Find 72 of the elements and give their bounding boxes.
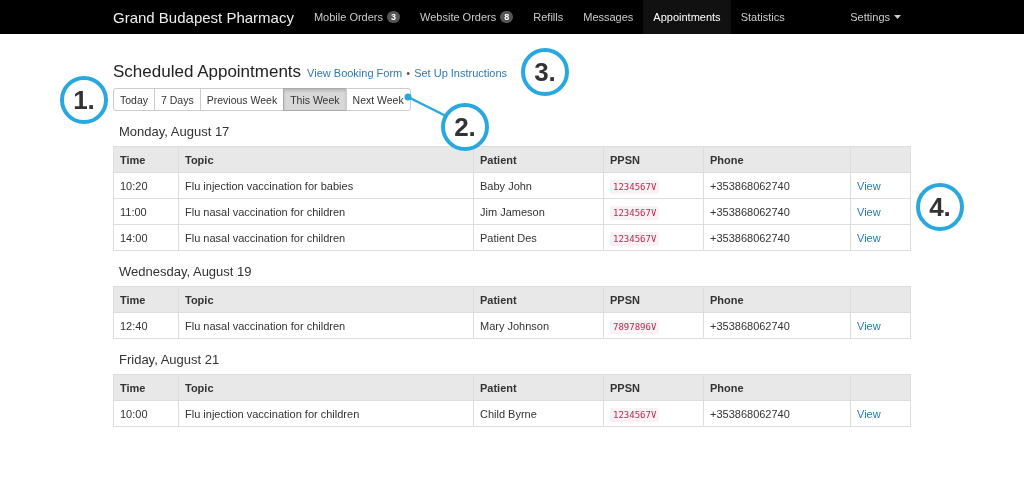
table-cell: +353868062740 [703,198,851,225]
column-header: Phone [703,146,851,173]
table-cell: Flu nasal vaccination for children [178,198,474,225]
filter-button[interactable]: Previous Week [199,88,285,111]
ppsn-code: 1234567V [610,407,660,422]
day-heading: Wednesday, August 19 [119,264,252,281]
ppsn-code: 1234567V [610,205,660,220]
table-cell: 10:20 [113,172,179,199]
column-header: Phone [703,286,851,313]
table-cell: +353868062740 [703,224,851,251]
table-cell: Mary Johnson [473,312,604,339]
table-cell: Flu injection vaccination for babies [178,172,474,199]
ppsn-code: 7897896V [610,319,660,334]
count-badge: 3 [387,11,401,23]
nav-item[interactable]: Statistics [730,0,795,34]
column-header: Topic [178,374,474,401]
table-cell: Baby John [473,172,604,199]
view-link[interactable]: View [857,205,881,218]
count-badge: 8 [500,11,514,23]
column-header: PPSN [603,146,704,173]
table-cell: +353868062740 [703,172,851,199]
table-cell: 12:40 [113,312,179,339]
filter-button[interactable]: 7 Days [154,88,201,111]
column-header: PPSN [603,374,704,401]
table-cell: 14:00 [113,224,179,251]
filter-button[interactable]: Next Week [345,88,411,111]
column-header: Time [113,286,179,313]
numbered-callout: 4. [916,183,964,231]
numbered-callout: 1. [60,76,108,124]
link[interactable]: View Booking Form [307,67,403,79]
nav-item[interactable]: Website Orders 8 [410,0,524,34]
brand-name[interactable]: Grand Budapest Pharmacy [113,0,294,34]
ppsn-code: 1234567V [610,179,660,194]
table-cell: +353868062740 [703,400,851,427]
column-header: Patient [473,146,604,173]
view-link[interactable]: View [857,179,881,192]
numbered-callout: 2. [441,103,489,151]
column-header: Topic [178,286,474,313]
table-cell: Patient Des [473,224,604,251]
nav-item[interactable]: Mobile Orders 3 [303,0,411,34]
table-cell: Jim Jameson [473,198,604,225]
nav-item[interactable]: Appointments [643,0,731,34]
separator-dot: • [406,67,411,79]
table-cell: Child Byrne [473,400,604,427]
page-title: Scheduled Appointments [113,62,302,82]
day-heading: Monday, August 17 [119,124,230,141]
column-header: Phone [703,374,851,401]
table-cell: 11:00 [113,198,179,225]
settings-menu[interactable]: Settings [840,0,911,34]
nav-item[interactable]: Messages [573,0,644,34]
table-cell: Flu injection vaccination for children [178,400,474,427]
filter-button[interactable]: This Week [283,88,347,111]
link[interactable]: Set Up Instructions [414,67,508,79]
column-header: Patient [473,286,604,313]
column-header: Time [113,146,179,173]
nav-item[interactable]: Refills [523,0,574,34]
caret-icon [894,15,901,19]
view-link[interactable]: View [857,231,881,244]
day-heading: Friday, August 21 [119,352,220,369]
ppsn-code: 1234567V [610,231,660,246]
view-link[interactable]: View [857,319,881,332]
column-header: PPSN [603,286,704,313]
numbered-callout: 3. [521,48,569,96]
table-cell: Flu nasal vaccination for children [178,312,474,339]
column-header: Time [113,374,179,401]
table-cell: +353868062740 [703,312,851,339]
table-cell: 10:00 [113,400,179,427]
column-header: Topic [178,146,474,173]
view-link[interactable]: View [857,407,881,420]
column-header: Patient [473,374,604,401]
filter-button[interactable]: Today [113,88,156,111]
table-cell: Flu nasal vaccination for children [178,224,474,251]
